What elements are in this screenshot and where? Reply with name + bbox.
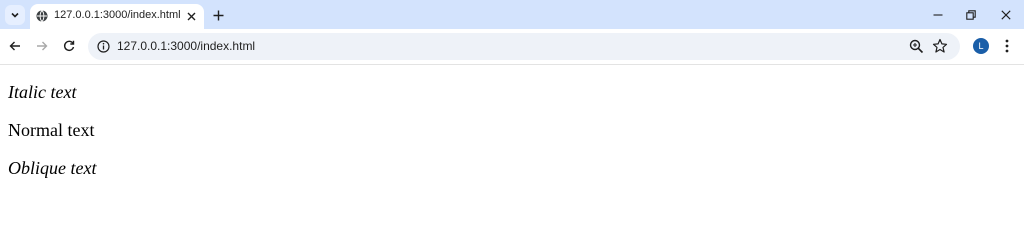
globe-icon xyxy=(36,10,48,22)
restore-icon xyxy=(966,10,976,20)
active-tab[interactable]: 127.0.0.1:3000/index.html xyxy=(30,4,204,29)
close-window-button[interactable] xyxy=(997,6,1015,24)
close-icon xyxy=(187,12,195,20)
page-content: Italic text Normal text Oblique text xyxy=(0,65,1024,248)
close-icon xyxy=(1001,10,1011,20)
tab-close-button[interactable] xyxy=(184,9,198,23)
tab-strip: 127.0.0.1:3000/index.html xyxy=(0,0,1024,29)
site-info-icon[interactable] xyxy=(97,40,110,53)
zoom-icon[interactable] xyxy=(909,39,924,54)
reload-icon xyxy=(63,40,75,51)
profile-avatar[interactable]: L xyxy=(973,38,989,54)
normal-text-paragraph: Normal text xyxy=(8,120,95,140)
chevron-down-icon xyxy=(11,12,19,18)
more-vertical-icon xyxy=(1005,39,1009,53)
italic-text-paragraph: Italic text xyxy=(8,82,77,102)
arrow-right-icon xyxy=(37,41,48,51)
browser-toolbar: 127.0.0.1:3000/index.html L xyxy=(0,29,1024,65)
browser-menu-button[interactable] xyxy=(1000,38,1014,54)
oblique-text-paragraph: Oblique text xyxy=(8,158,97,178)
new-tab-button[interactable] xyxy=(210,7,226,23)
tab-title: 127.0.0.1:3000/index.html xyxy=(54,9,181,21)
url-text[interactable]: 127.0.0.1:3000/index.html xyxy=(117,39,255,53)
reload-button[interactable] xyxy=(61,38,77,54)
minimize-icon xyxy=(933,14,943,16)
restore-button[interactable] xyxy=(962,6,980,24)
plus-icon xyxy=(213,10,223,20)
tab-search-button[interactable] xyxy=(5,5,25,25)
forward-button[interactable] xyxy=(34,38,50,54)
bookmark-star-icon[interactable] xyxy=(932,38,948,54)
address-bar[interactable]: 127.0.0.1:3000/index.html xyxy=(88,33,960,60)
arrow-left-icon xyxy=(9,41,20,51)
minimize-button[interactable] xyxy=(929,6,947,24)
back-button[interactable] xyxy=(7,38,23,54)
